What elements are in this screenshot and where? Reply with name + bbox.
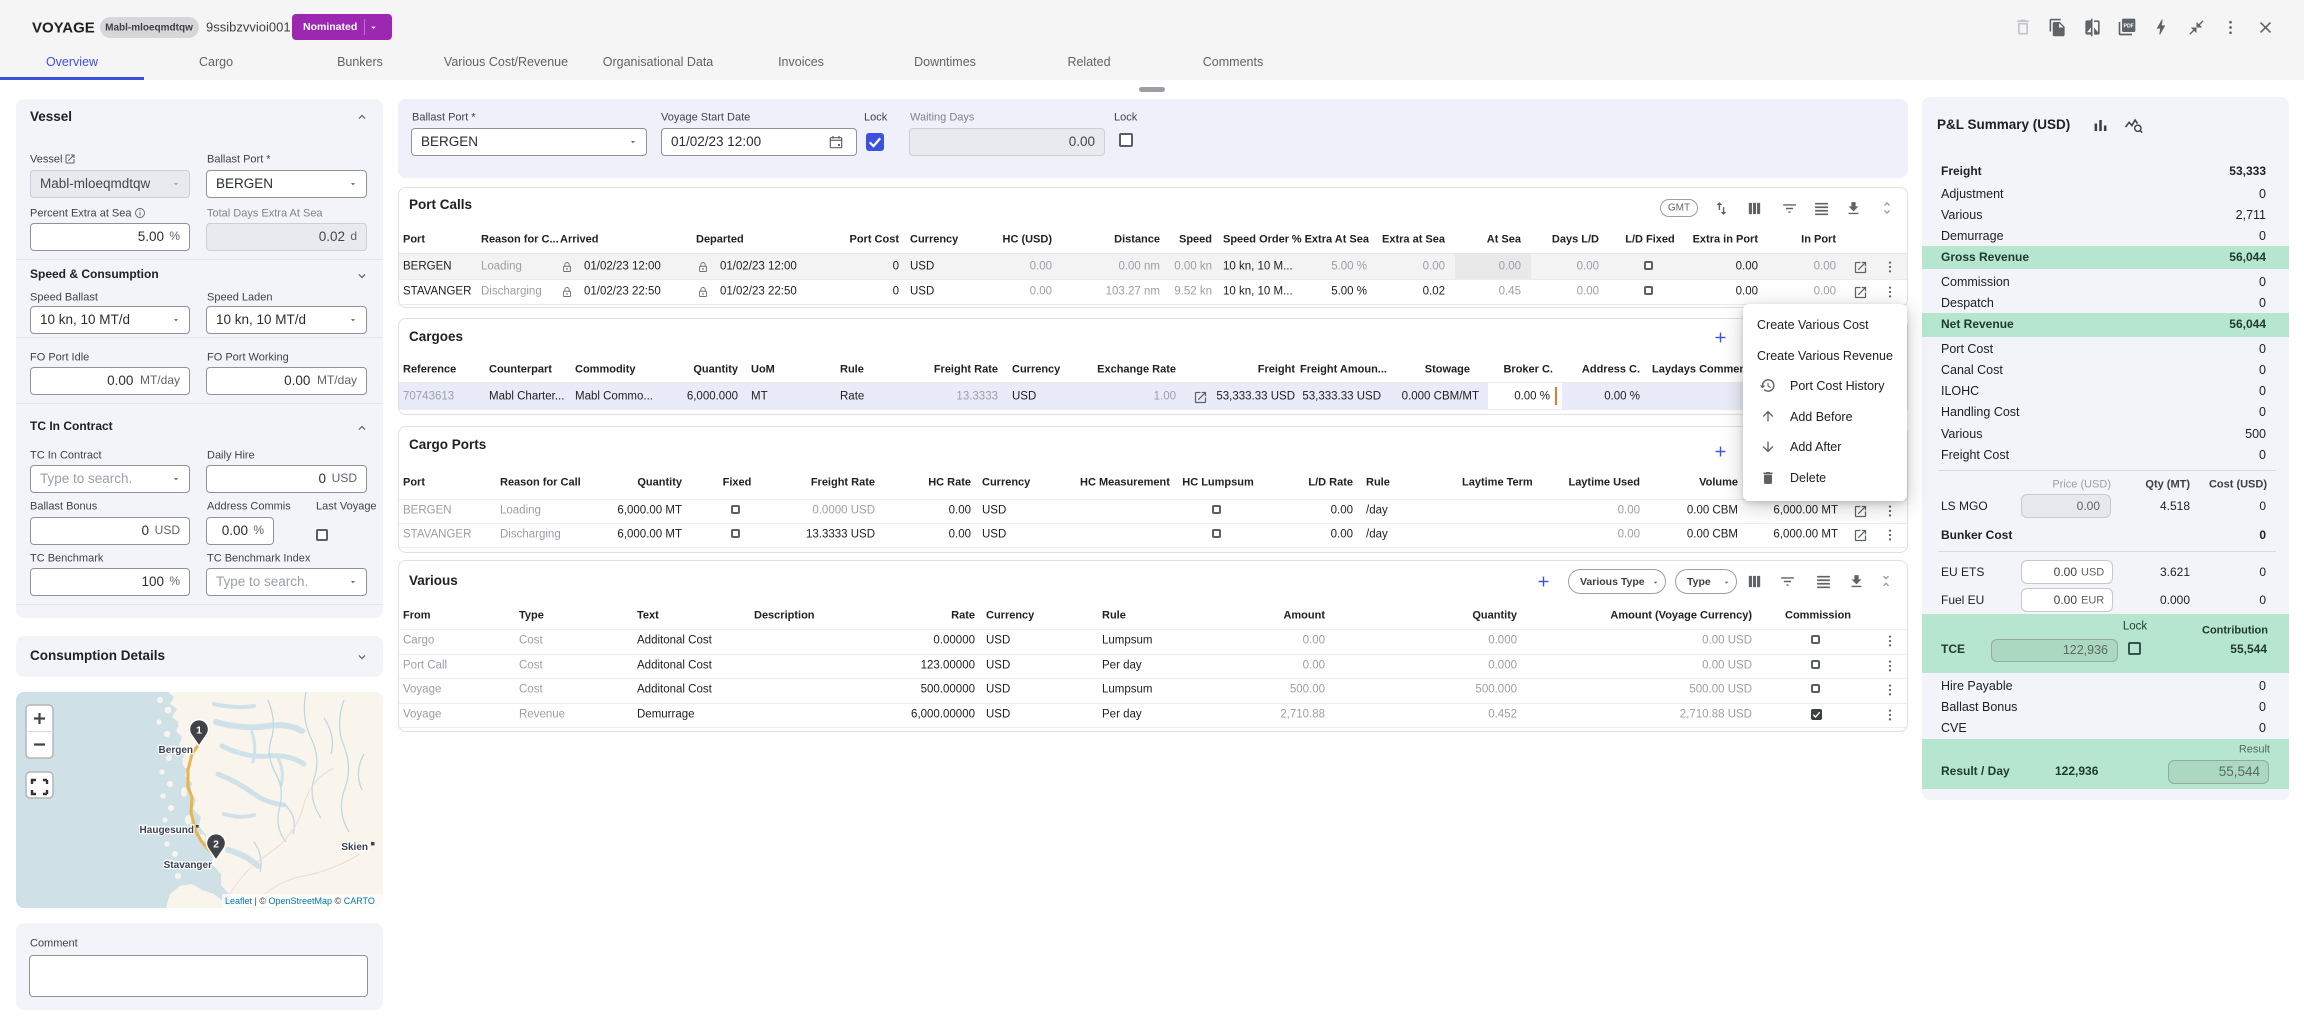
svg-text:Bergen: Bergen [159,745,193,756]
svg-text:Stavanger: Stavanger [164,860,212,871]
svg-text:1: 1 [196,725,202,737]
svg-text:2: 2 [213,839,219,851]
svg-text:Haugesund: Haugesund [140,825,194,836]
svg-text:Leaflet | © OpenStreetMap © CA: Leaflet | © OpenStreetMap © CARTO [225,896,375,906]
svg-text:PDF: PDF [2124,24,2134,30]
svg-text:Skien: Skien [341,842,368,853]
